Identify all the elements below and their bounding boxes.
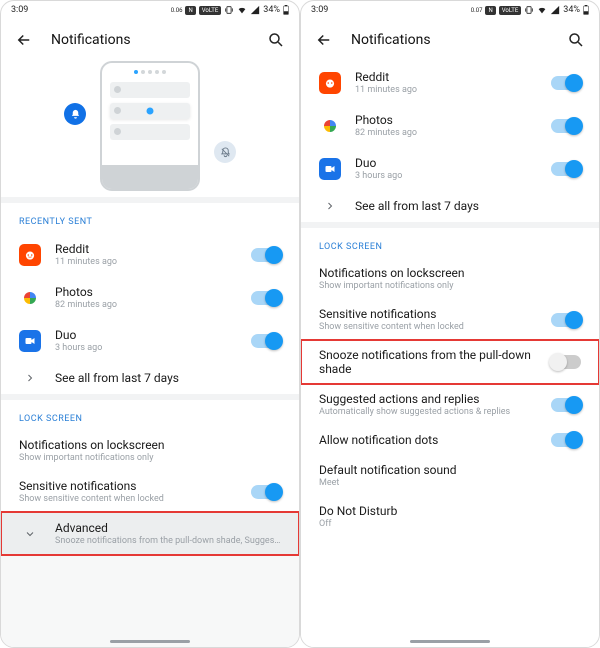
vibrate-icon — [224, 5, 234, 15]
row-notifications-lockscreen[interactable]: Notifications on lockscreenShow importan… — [1, 430, 299, 471]
row-default-sound[interactable]: Default notification soundMeet — [301, 455, 599, 496]
toggle-dots[interactable] — [551, 433, 581, 447]
toggle-photos[interactable] — [251, 291, 281, 305]
toggle-reddit[interactable] — [251, 248, 281, 262]
nav-handle[interactable] — [410, 640, 490, 643]
status-bar: 3:09 0.07 N VoLTE 34% — [301, 1, 599, 19]
volte-icon: VoLTE — [499, 6, 522, 15]
chevron-right-icon — [319, 200, 341, 212]
hero-illustration — [1, 61, 299, 197]
section-lock-screen: LOCK SCREEN — [1, 400, 299, 430]
reddit-icon — [19, 244, 41, 266]
reddit-icon — [319, 72, 341, 94]
toggle-reddit[interactable] — [551, 76, 581, 90]
toggle-photos[interactable] — [551, 119, 581, 133]
row-suggested-actions[interactable]: Suggested actions and repliesAutomatical… — [301, 384, 599, 425]
app-row-photos[interactable]: Photos82 minutes ago — [1, 276, 299, 319]
toggle-snooze[interactable] — [551, 355, 581, 369]
bell-icon — [64, 103, 86, 125]
toggle-sensitive[interactable] — [251, 485, 281, 499]
bell-off-icon — [214, 141, 236, 163]
app-row-reddit[interactable]: Reddit11 minutes ago — [1, 233, 299, 276]
volte-icon: VoLTE — [199, 6, 222, 15]
status-time: 3:09 — [11, 5, 28, 15]
toggle-duo[interactable] — [251, 334, 281, 348]
header: Notifications — [1, 19, 299, 61]
chevron-right-icon — [19, 372, 41, 384]
app-row-photos[interactable]: Photos82 minutes ago — [301, 104, 599, 147]
n-icon: N — [185, 6, 195, 15]
battery-icon — [283, 5, 289, 15]
section-lock-screen: LOCK SCREEN — [301, 228, 599, 258]
signal-icon — [550, 5, 560, 15]
battery-text: 34% — [263, 5, 280, 15]
toggle-suggested[interactable] — [551, 398, 581, 412]
section-recently-sent: RECENTLY SENT — [1, 203, 299, 233]
page-title: Notifications — [351, 32, 549, 48]
page-title: Notifications — [51, 32, 249, 48]
toggle-duo[interactable] — [551, 162, 581, 176]
duo-icon — [19, 330, 41, 352]
battery-text: 34% — [563, 5, 580, 15]
back-button[interactable] — [315, 31, 333, 49]
nav-handle[interactable] — [110, 640, 190, 643]
row-snooze-notifications[interactable]: Snooze notifications from the pull-down … — [301, 340, 599, 384]
status-bar: 3:09 0.06 N VoLTE 34% — [1, 1, 299, 19]
toggle-sensitive[interactable] — [551, 313, 581, 327]
duo-icon — [319, 158, 341, 180]
app-row-reddit[interactable]: Reddit11 minutes ago — [301, 61, 599, 104]
battery-icon — [583, 5, 589, 15]
wifi-icon — [537, 5, 547, 15]
row-notifications-lockscreen[interactable]: Notifications on lockscreenShow importan… — [301, 258, 599, 299]
photos-icon — [319, 115, 341, 137]
vibrate-icon — [524, 5, 534, 15]
row-advanced[interactable]: AdvancedSnooze notifications from the pu… — [1, 512, 299, 555]
row-sensitive-notifications[interactable]: Sensitive notificationsShow sensitive co… — [301, 299, 599, 340]
signal-icon — [250, 5, 260, 15]
header: Notifications — [301, 19, 599, 61]
search-button[interactable] — [567, 31, 585, 49]
app-row-duo[interactable]: Duo3 hours ago — [1, 319, 299, 362]
wifi-icon — [237, 5, 247, 15]
row-allow-dots[interactable]: Allow notification dots — [301, 425, 599, 455]
photos-icon — [19, 287, 41, 309]
status-time: 3:09 — [311, 5, 328, 15]
app-row-duo[interactable]: Duo3 hours ago — [301, 147, 599, 190]
row-do-not-disturb[interactable]: Do Not DisturbOff — [301, 496, 599, 537]
phone-left: 3:09 0.06 N VoLTE 34% Notifications — [0, 0, 300, 648]
row-sensitive-notifications[interactable]: Sensitive notificationsShow sensitive co… — [1, 471, 299, 512]
see-all-row[interactable]: See all from last 7 days — [301, 190, 599, 222]
chevron-down-icon — [19, 528, 41, 540]
n-icon: N — [485, 6, 495, 15]
phone-right: 3:09 0.07 N VoLTE 34% Notifications Redd… — [300, 0, 600, 648]
search-button[interactable] — [267, 31, 285, 49]
see-all-row[interactable]: See all from last 7 days — [1, 362, 299, 394]
back-button[interactable] — [15, 31, 33, 49]
